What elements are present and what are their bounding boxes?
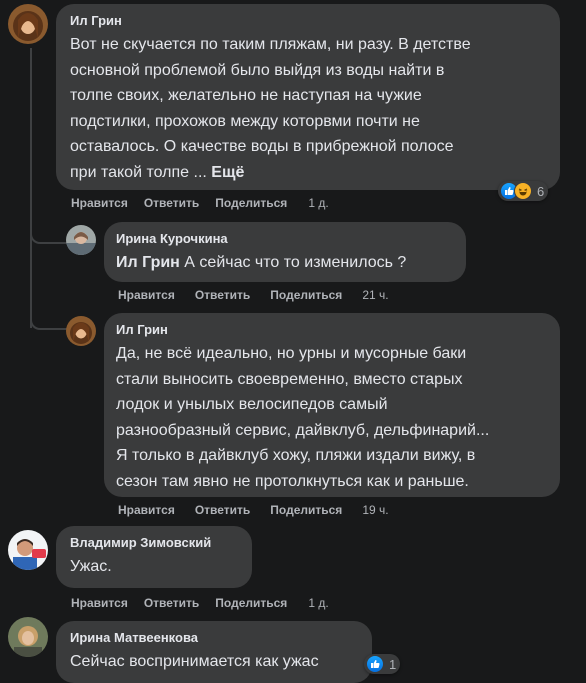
- like-button[interactable]: Нравится: [118, 503, 175, 517]
- reply-button[interactable]: Ответить: [144, 196, 199, 210]
- reply-button[interactable]: Ответить: [195, 288, 250, 302]
- reaction-summary[interactable]: 6: [498, 181, 549, 201]
- timestamp[interactable]: 1 д.: [308, 196, 328, 210]
- comment-text: Сейчас воспринимается как ужас: [70, 653, 319, 670]
- comment-bubble: Ил Грин Да, не всё идеально, но урны и м…: [104, 313, 560, 497]
- comment-bubble: Ирина Курочкина Ил Грин А сейчас что то …: [104, 222, 466, 282]
- comment-author[interactable]: Ирина Курочкина: [116, 230, 454, 248]
- timestamp[interactable]: 21 ч.: [362, 288, 388, 302]
- share-button[interactable]: Поделиться: [215, 196, 287, 210]
- see-more-link[interactable]: Ещё: [211, 164, 244, 181]
- comment-actions: Нравится Ответить Поделиться 19 ч.: [118, 502, 389, 518]
- reply-button[interactable]: Ответить: [144, 596, 199, 610]
- comment-text: Да, не всё идеально, но урны и мусорные …: [116, 345, 490, 490]
- share-button[interactable]: Поделиться: [215, 596, 287, 610]
- reaction-count: 1: [389, 656, 397, 672]
- avatar[interactable]: [66, 316, 96, 346]
- like-button[interactable]: Нравится: [71, 196, 128, 210]
- comment-text: Ил Грин А сейчас что то изменилось ?: [116, 254, 407, 271]
- haha-icon: [514, 182, 532, 200]
- reply-button[interactable]: Ответить: [195, 503, 250, 517]
- comment-author[interactable]: Ил Грин: [70, 12, 546, 30]
- mention-link[interactable]: Ил Грин: [116, 254, 180, 271]
- comment-author[interactable]: Владимир Зимовский: [70, 534, 238, 552]
- comment-bubble: Ирина Матвеенкова Сейчас воспринимается …: [56, 621, 372, 683]
- share-button[interactable]: Поделиться: [270, 288, 342, 302]
- comment-author[interactable]: Ирина Матвеенкова: [70, 629, 358, 647]
- reaction-count: 6: [537, 183, 545, 199]
- thread-line: [30, 48, 32, 328]
- share-button[interactable]: Поделиться: [270, 503, 342, 517]
- comment-text: Вот не скучается по таким пляжам, ни раз…: [70, 36, 471, 181]
- comment-bubble: Владимир Зимовский Ужас.: [56, 526, 252, 588]
- timestamp[interactable]: 19 ч.: [362, 503, 388, 517]
- like-button[interactable]: Нравится: [71, 596, 128, 610]
- avatar[interactable]: [8, 4, 48, 44]
- avatar[interactable]: [8, 617, 48, 657]
- comment-author[interactable]: Ил Грин: [116, 321, 548, 339]
- reply-branch-line: [30, 316, 68, 330]
- timestamp[interactable]: 1 д.: [308, 596, 328, 610]
- comment-actions: Нравится Ответить Поделиться 21 ч.: [118, 287, 389, 303]
- like-button[interactable]: Нравится: [118, 288, 175, 302]
- avatar[interactable]: [66, 225, 96, 255]
- comment-text: Ужас.: [70, 558, 112, 575]
- comment-bubble: Ил Грин Вот не скучается по таким пляжам…: [56, 4, 560, 190]
- reaction-summary[interactable]: 1: [364, 654, 401, 674]
- comment-actions: Нравится Ответить Поделиться 1 д.: [71, 595, 329, 611]
- reply-branch-line: [30, 230, 68, 244]
- like-icon: [366, 655, 384, 673]
- avatar[interactable]: [8, 530, 48, 570]
- comment-actions: Нравится Ответить Поделиться 1 д.: [71, 195, 329, 211]
